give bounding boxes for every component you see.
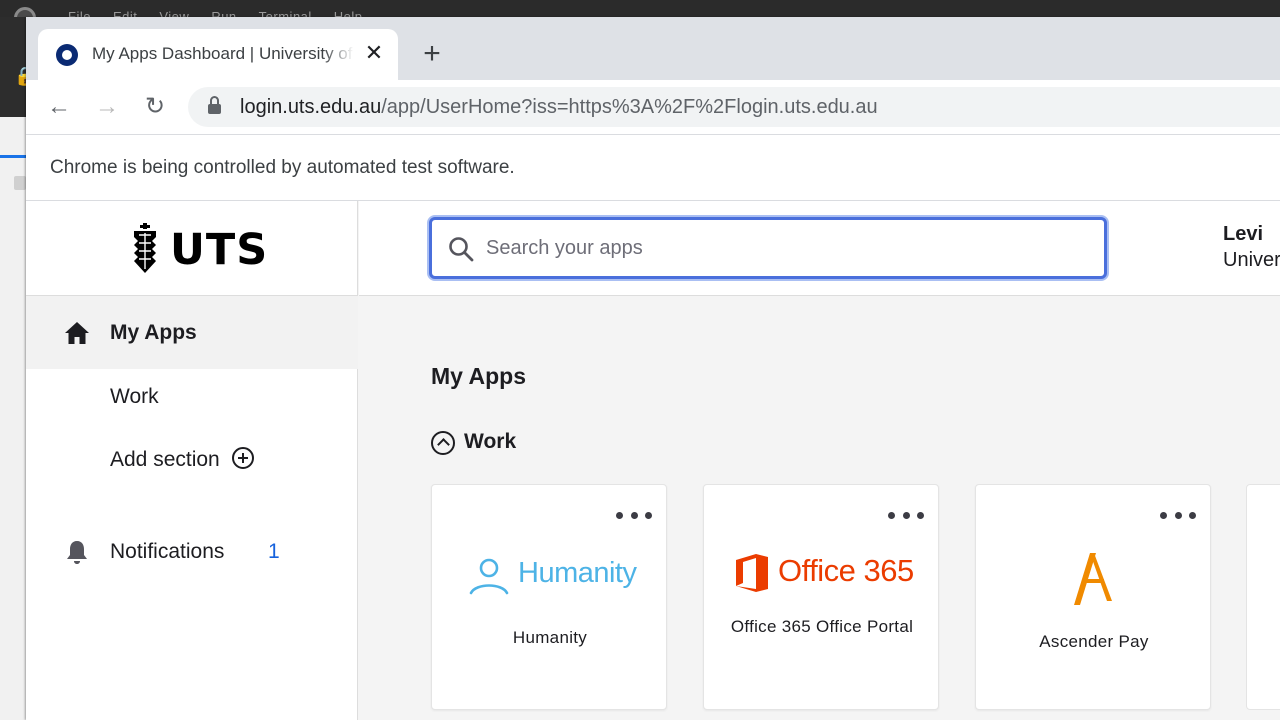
notifications-count-badge: 1 <box>268 540 280 563</box>
office-365-logo-text: Office 365 <box>778 553 914 588</box>
tab-title: My Apps Dashboard | University of Techno… <box>92 44 354 63</box>
background-window <box>0 17 26 720</box>
browser-window: My Apps Dashboard | University of Techno… <box>26 17 1280 720</box>
more-options-icon[interactable] <box>616 505 652 525</box>
app-card-label: Office 365 Office Portal <box>730 617 914 636</box>
app-card-label: Ascender Pay <box>1039 632 1149 651</box>
os-menu-bar: FileEditViewRunTerminalHelp <box>0 0 1280 29</box>
page-content: UTS My Apps Work Add section Notificatio… <box>26 201 1280 720</box>
background-window-accent <box>0 155 26 158</box>
checkbox-icon <box>14 176 26 190</box>
sidebar-item-label: My Apps <box>110 321 197 344</box>
lock-icon[interactable] <box>208 96 221 114</box>
ascender-logo-icon <box>1074 553 1112 605</box>
app-card-label: Humanity <box>512 628 588 647</box>
person-icon <box>469 558 509 595</box>
humanity-logo-text: Humanity <box>518 557 637 589</box>
add-circle-icon[interactable] <box>232 447 254 469</box>
sidebar-item-notifications[interactable]: Notifications <box>110 540 224 564</box>
reload-icon[interactable]: ↻ <box>140 92 170 122</box>
home-icon <box>65 322 89 344</box>
office-365-logo: Office 365 <box>734 551 914 595</box>
infobar-text: Chrome is being controlled by automated … <box>50 157 515 178</box>
bell-icon <box>67 541 87 564</box>
automation-infobar: Chrome is being controlled by automated … <box>26 134 1280 201</box>
user-name[interactable]: Levi <box>1223 223 1263 246</box>
more-options-icon[interactable] <box>888 505 924 525</box>
app-card-humanity[interactable]: Humanity Humanity <box>431 484 667 710</box>
uts-logo[interactable]: UTS <box>26 201 358 296</box>
app-card-office-365[interactable]: Office 365 Office 365 Office Portal <box>703 484 939 710</box>
search-icon <box>449 237 474 262</box>
url-host: login.uts.edu.au <box>240 96 382 118</box>
url-path: /app/UserHome?iss=https%3A%2F%2Flogin.ut… <box>381 96 878 118</box>
back-arrow-icon[interactable]: ← <box>44 92 74 122</box>
app-card-ascender-pay[interactable]: Ascender Pay <box>975 484 1211 710</box>
tab-strip: My Apps Dashboard | University of Techno… <box>26 17 1280 80</box>
okta-favicon-icon <box>56 44 78 66</box>
uts-crest-icon <box>134 223 156 273</box>
humanity-logo: Humanity <box>468 555 638 599</box>
search-input[interactable] <box>486 220 1086 276</box>
office-icon <box>736 554 768 592</box>
chevron-up-circle-icon[interactable] <box>431 431 455 455</box>
close-tab-icon[interactable]: ✕ <box>362 41 386 65</box>
page-title: My Apps <box>431 363 526 389</box>
more-options-icon[interactable] <box>1160 505 1196 525</box>
sidebar-item-my-apps[interactable]: My Apps <box>26 296 358 369</box>
sidebar: UTS My Apps Work Add section Notificatio… <box>26 201 358 720</box>
app-card-partial[interactable] <box>1246 484 1280 710</box>
url-text[interactable]: login.uts.edu.au/app/UserHome?iss=https%… <box>240 96 878 119</box>
tab-my-apps-dashboard[interactable]: My Apps Dashboard | University of Techno… <box>38 29 398 80</box>
user-organization: University of Technology Sydney <box>1223 249 1280 271</box>
section-title-work[interactable]: Work <box>464 430 516 454</box>
forward-arrow-icon[interactable]: → <box>92 92 122 122</box>
search-box[interactable] <box>429 217 1107 279</box>
new-tab-plus-icon[interactable]: + <box>418 39 446 69</box>
browser-toolbar: ← → ↻ login.uts.edu.au/app/UserHome?iss=… <box>26 80 1280 134</box>
add-section-button[interactable]: Add section <box>110 448 220 472</box>
header: Levi University of Technology Sydney <box>359 201 1280 296</box>
sidebar-item-work[interactable]: Work <box>110 385 159 409</box>
address-bar[interactable]: login.uts.edu.au/app/UserHome?iss=https%… <box>188 87 1280 127</box>
uts-logo-text: UTS <box>170 225 269 275</box>
